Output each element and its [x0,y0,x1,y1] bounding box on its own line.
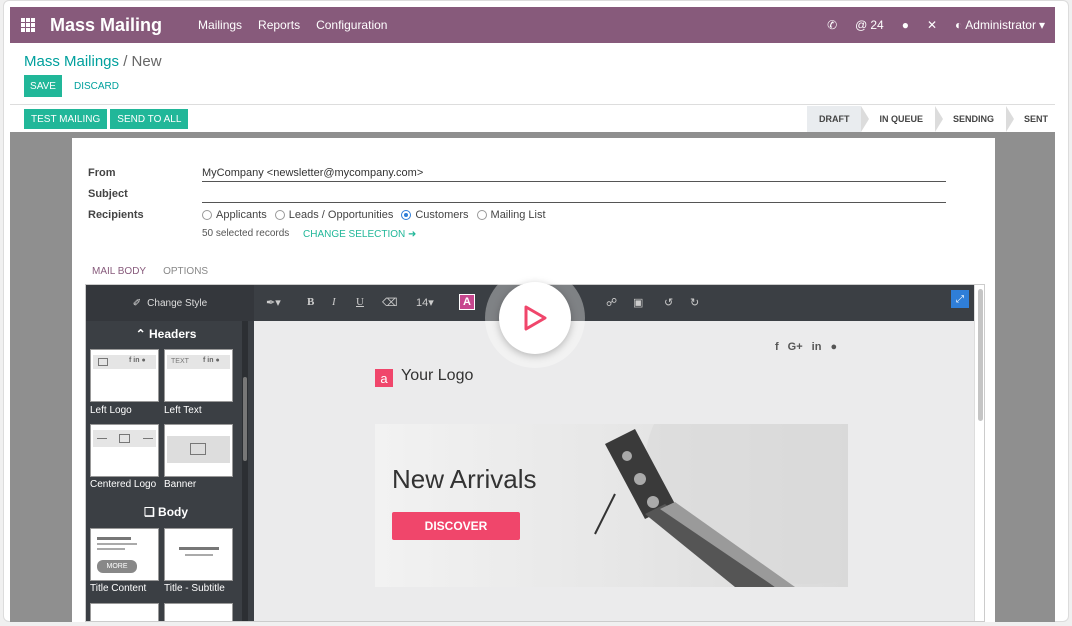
stage-sending[interactable]: SENDING [934,106,1015,132]
linkedin-icon[interactable]: in [812,341,822,353]
radio-customers[interactable]: Customers [401,209,469,221]
divider [10,104,1055,105]
snippet-label: Left Logo [90,405,132,416]
snippet-centered-logo[interactable] [90,424,159,477]
discard-button[interactable]: DISCARD [74,75,119,97]
chat-icon[interactable]: ● [902,18,909,32]
email-canvas[interactable]: f G+ in ● a Your Logo New Arrivals DISCO… [254,321,974,621]
arrow-right-icon: ➜ [408,229,417,240]
user-name: Administrator [965,18,1036,32]
social-links: f G+ in ● [775,341,837,353]
top-navbar: Mass Mailing Mailings Reports Configurat… [10,7,1055,43]
test-mailing-button[interactable]: TEST MAILING [24,109,108,129]
snippet-more-2[interactable] [164,603,233,621]
mentions-button[interactable]: @24 [855,18,884,32]
facebook-icon[interactable]: f [775,341,779,353]
user-menu[interactable]: ◐ Administrator ▾ [955,18,1045,32]
snippet-label: Left Text [164,405,202,416]
menu-configuration[interactable]: Configuration [316,18,387,32]
pen-style-icon[interactable]: ✒▾ [266,296,281,309]
snippet-title-subtitle[interactable] [164,528,233,581]
snippets-scrollbar[interactable] [242,321,248,621]
italic-icon[interactable]: I [332,296,336,308]
tools-icon[interactable]: ✕ [927,18,937,32]
font-color-icon[interactable]: A [459,294,475,310]
snippet-group-body: ❏ Body [143,505,189,519]
breadcrumb-parent[interactable]: Mass Mailings [24,53,119,70]
tab-options[interactable]: OPTIONS [163,266,208,277]
snippet-label: Centered Logo [90,479,157,490]
play-video-button[interactable] [485,268,585,368]
chevron-up-icon: ⌃ [135,327,146,341]
redo-icon[interactable]: ↻ [690,296,699,309]
breadcrumb-separator: / [123,53,128,70]
banner-block[interactable]: New Arrivals DISCOVER [375,424,848,587]
eraser-icon[interactable]: ⌫ [382,296,398,309]
image-icon[interactable]: ▣ [633,296,643,309]
send-to-all-button[interactable]: SEND TO ALL [110,109,189,129]
subject-field[interactable] [202,202,946,203]
bold-icon[interactable]: B [307,296,314,308]
snippet-label: Title - Subtitle [164,583,225,594]
radio-applicants[interactable]: Applicants [202,209,267,221]
fullscreen-icon[interactable]: ⤢ [951,290,969,308]
selected-records: 50 selected records [202,228,290,239]
phone-icon[interactable]: ✆ [827,18,837,32]
logo-icon: a [375,369,393,387]
breadcrumb: Mass Mailings / New [24,53,162,70]
twitter-icon[interactable]: ● [830,341,837,353]
recipients-radio-group: Applicants Leads / Opportunities Custome… [202,209,546,221]
message-count: 24 [870,18,884,32]
apps-grid-icon[interactable] [21,18,35,32]
at-icon: @ [855,18,868,32]
brush-icon: ✐ [132,297,142,309]
snippet-more-1[interactable] [90,603,159,621]
snippet-banner[interactable] [164,424,233,477]
radio-mailing-list[interactable]: Mailing List [476,209,546,221]
turntable-tonearm-image [594,424,848,587]
font-size-select[interactable]: 14▾ [416,296,434,309]
from-label: From [88,167,116,179]
editor-scrollbar[interactable] [974,285,984,621]
app-title: Mass Mailing [50,14,163,35]
menu-reports[interactable]: Reports [258,18,300,32]
menu-mailings[interactable]: Mailings [198,18,242,32]
snippet-group-headers: ⌃ Headers [135,327,197,341]
snippet-label: Title Content [90,583,147,594]
caret-down-icon: ▾ [1038,18,1045,32]
status-bar: DRAFT IN QUEUE SENDING SENT [806,106,1060,132]
breadcrumb-current: New [131,53,162,70]
link-icon[interactable]: ☍ [606,296,617,309]
radio-leads[interactable]: Leads / Opportunities [274,209,393,221]
snippet-label: Banner [164,479,197,490]
logo-text[interactable]: Your Logo [401,367,473,385]
google-plus-icon[interactable]: G+ [788,341,803,353]
tab-mail-body[interactable]: MAIL BODY [92,266,146,277]
from-underline [202,181,946,182]
underline-icon[interactable]: U [356,296,364,308]
subject-label: Subject [88,188,128,200]
save-button[interactable]: SAVE [24,75,62,97]
copy-icon: ❏ [143,505,155,519]
globe-icon: ◐ [955,18,963,32]
snippet-left-text[interactable]: TEXT f in ● [164,349,233,402]
change-style-button[interactable]: ✐ Change Style [86,285,254,321]
from-field[interactable]: MyCompany <newsletter@mycompany.com> [202,167,423,179]
play-icon [524,305,547,331]
recipients-label: Recipients [88,209,144,221]
snippets-panel: ⌃ Headers f in ● TEXT f in ● Left Logo L… [86,321,254,621]
stage-sent[interactable]: SENT [1005,106,1060,132]
snippet-title-content[interactable]: MORE [90,528,159,581]
stage-draft[interactable]: DRAFT [806,106,869,132]
snippet-left-logo[interactable]: f in ● [90,349,159,402]
discover-button[interactable]: DISCOVER [392,512,520,540]
change-selection-link[interactable]: CHANGE SELECTION ➜ [303,229,416,240]
banner-title[interactable]: New Arrivals [392,464,536,495]
stage-in-queue[interactable]: IN QUEUE [861,106,943,132]
undo-icon[interactable]: ↺ [664,296,673,309]
